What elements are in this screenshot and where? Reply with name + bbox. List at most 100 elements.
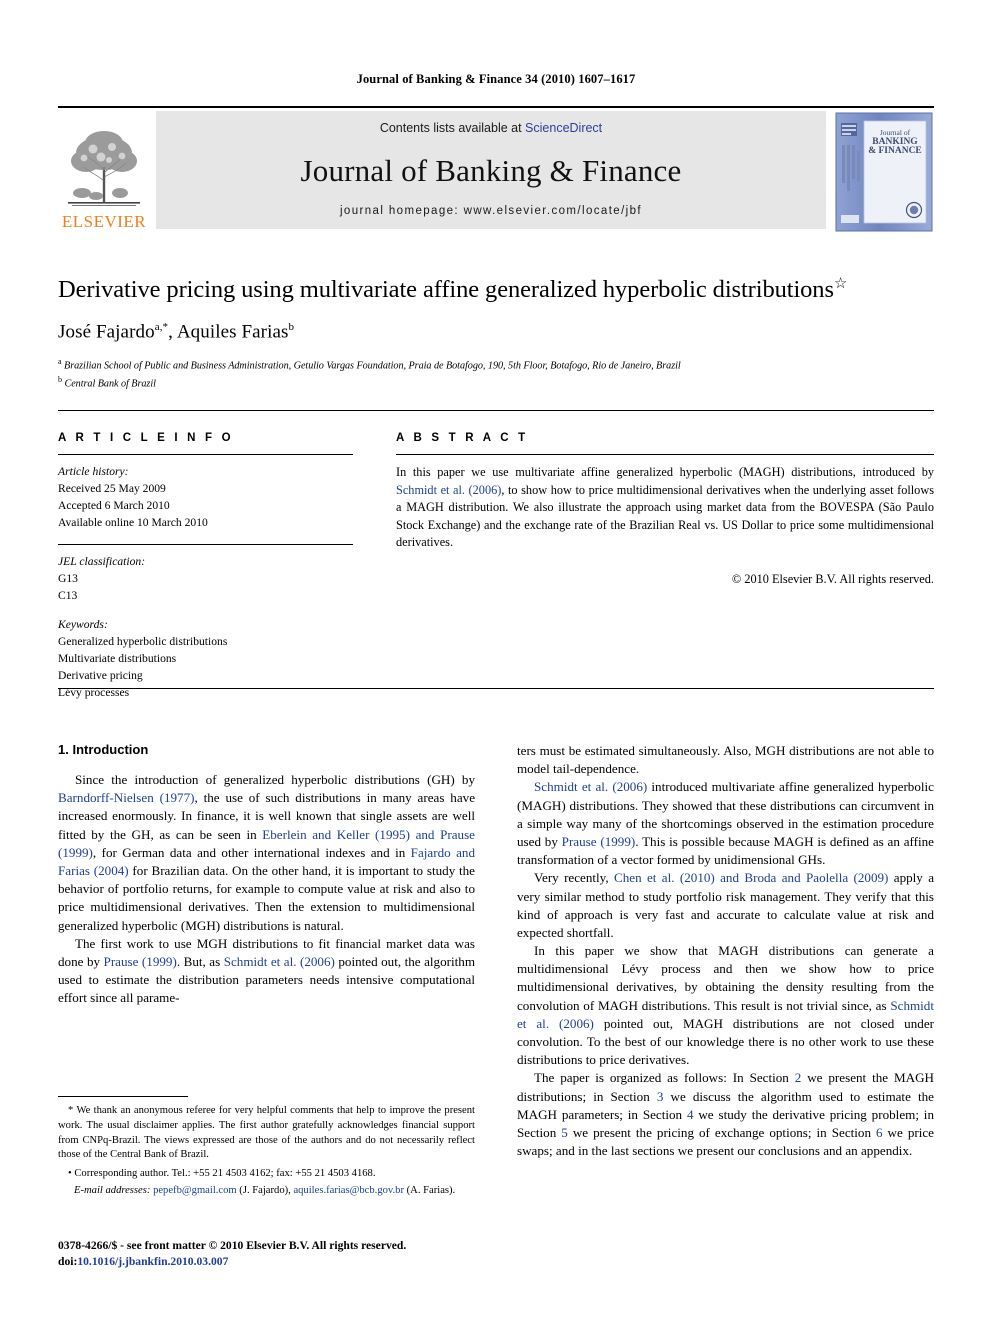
footnote-emails: E-mail addresses: pepefb@gmail.com (J. F… <box>58 1184 475 1199</box>
text-run: Since the introduction of generalized hy… <box>75 772 475 787</box>
abstract-column: A B S T R A C T In this paper we use mul… <box>396 432 934 702</box>
abstract-copyright: © 2010 Elsevier B.V. All rights reserved… <box>731 571 934 586</box>
paper-title-text: Derivative pricing using multivariate af… <box>58 276 834 304</box>
svg-text:& FINANCE: & FINANCE <box>868 146 922 156</box>
abstract-citation-link[interactable]: Schmidt et al. (2006) <box>396 483 501 497</box>
email-addresses-label: E-mail addresses: <box>74 1185 151 1197</box>
elsevier-logo: ELSEVIER <box>58 111 150 232</box>
email-owner-2: (A. Farias). <box>404 1185 456 1197</box>
article-info-heading: A R T I C L E I N F O <box>58 432 234 444</box>
keyword-item: Multivariate distributions <box>58 652 177 666</box>
divider-abstract <box>396 454 934 455</box>
citation-link[interactable]: Prause (1999) <box>562 834 636 849</box>
footnote-divider <box>58 1096 188 1097</box>
text-run: Very recently, <box>534 870 615 886</box>
running-head: Journal of Banking & Finance 34 (2010) 1… <box>356 72 636 86</box>
elsevier-wordmark: ELSEVIER <box>61 212 147 231</box>
article-history-group: Article history: Received 25 May 2009 Ac… <box>58 464 353 532</box>
column-gap <box>353 432 396 702</box>
journal-masthead: ELSEVIER Contents lists available at Sci… <box>58 106 934 232</box>
citation-link[interactable]: Schmidt et al. (2006) <box>534 779 647 794</box>
author-name-2: Aquiles Farias <box>176 320 289 342</box>
divider-jel <box>58 543 353 545</box>
abstract-text: In this paper we use multivariate affine… <box>396 464 934 552</box>
text-run: we present the pricing of exchange optio… <box>567 1124 876 1140</box>
title-block: Derivative pricing using multivariate af… <box>58 276 934 392</box>
abstract-heading: A B S T R A C T <box>396 432 529 444</box>
text-run: . But, as <box>176 953 224 969</box>
divider-article-info <box>58 454 353 455</box>
info-abstract-section: A R T I C L E I N F O Article history: R… <box>58 432 934 702</box>
paragraph: In this paper we show that MAGH distribu… <box>517 942 934 1069</box>
affiliation-b: b Central Bank of Brazil <box>58 374 934 392</box>
paragraph: Schmidt et al. (2006) introduced multiva… <box>517 778 934 869</box>
affiliation-b-marker: b <box>58 374 62 384</box>
sciencedirect-link[interactable]: ScienceDirect <box>525 121 602 135</box>
jel-classification-group: JEL classification: G13 C13 <box>58 554 353 605</box>
page-title: Derivative pricing using multivariate af… <box>58 276 934 305</box>
doi-link[interactable]: 10.1016/j.jbankfin.2010.03.007 <box>77 1255 228 1268</box>
footnote-corresponding-text: Corresponding author. Tel.: +55 21 4503 … <box>71 1168 376 1180</box>
paper-page: Journal of Banking & Finance 34 (2010) 1… <box>0 0 992 1323</box>
masthead-banner: Contents lists available at ScienceDirec… <box>156 111 826 229</box>
article-received-date: Received 25 May 2009 <box>58 481 166 495</box>
affiliation-a-text: Brazilian School of Public and Business … <box>64 360 681 372</box>
paragraph: Since the introduction of generalized hy… <box>58 771 475 935</box>
email-link-1[interactable]: pepefb@gmail.com <box>153 1185 237 1196</box>
journal-cover-thumbnail: Journal of BANKING & FINANCE <box>834 111 934 233</box>
article-info-column: A R T I C L E I N F O Article history: R… <box>58 432 353 702</box>
email-link-2[interactable]: aquiles.farias@bcb.gov.br <box>293 1185 404 1196</box>
affiliation-b-text: Central Bank of Brazil <box>64 378 156 390</box>
doi-line: doi:10.1016/j.jbankfin.2010.03.007 <box>58 1254 618 1270</box>
affiliation-list: a Brazilian School of Public and Busines… <box>58 356 934 392</box>
keyword-item: Generalized hyperbolic distributions <box>58 635 228 649</box>
footnote-acknowledgement: * We thank an anonymous referee for very… <box>58 1104 475 1163</box>
author-1-affiliation-marker: a,* <box>154 320 169 333</box>
keywords-label: Keywords: <box>58 618 108 632</box>
issn-copyright-line: 0378-4266/$ - see front matter © 2010 El… <box>58 1239 407 1252</box>
doi-label: doi: <box>58 1255 78 1269</box>
divider-under-abstract <box>58 688 934 689</box>
text-run: The paper is organized as follows: In Se… <box>534 1070 795 1086</box>
article-accepted-date: Accepted 6 March 2010 <box>58 498 170 512</box>
jel-code: C13 <box>58 588 78 602</box>
author-name-1: José Fajardo <box>58 320 155 342</box>
article-history-label: Article history: <box>58 465 129 478</box>
journal-homepage-link[interactable]: journal homepage: www.elsevier.com/locat… <box>340 205 642 217</box>
keywords-group: Keywords: Generalized hyperbolic distrib… <box>58 617 353 702</box>
paragraph: The paper is organized as follows: In Se… <box>517 1069 934 1160</box>
divider-under-title <box>58 410 934 411</box>
contents-line: Contents lists available at ScienceDirec… <box>380 121 602 135</box>
contents-prefix: Contents lists available at <box>379 121 526 135</box>
jel-code: G13 <box>58 571 78 585</box>
paragraph: Very recently, Chen et al. (2010) and Br… <box>517 869 934 942</box>
citation-link[interactable]: Prause (1999) <box>104 954 177 969</box>
affiliation-a: a Brazilian School of Public and Busines… <box>58 356 934 374</box>
page-footer: 0378-4266/$ - see front matter © 2010 El… <box>58 1238 618 1271</box>
journal-title: Journal of Banking & Finance <box>300 152 682 188</box>
keyword-item: Derivative pricing <box>58 669 143 683</box>
email-owner-1: (J. Fajardo), <box>236 1185 294 1197</box>
citation-link[interactable]: Chen et al. (2010) and Broda and Paolell… <box>614 870 888 885</box>
paragraph: The first work to use MGH distributions … <box>58 935 475 1008</box>
body-right-column: ters must be estimated simultaneously. A… <box>517 742 934 1160</box>
text-run: , for German data and other internationa… <box>92 844 411 860</box>
paragraph: ters must be estimated simultaneously. A… <box>517 743 934 777</box>
elsevier-tree-icon <box>62 123 146 211</box>
footnote-star-text: We thank an anonymous referee for very h… <box>58 1105 475 1161</box>
abstract-part-1: In this paper we use multivariate affine… <box>396 465 934 479</box>
citation-link[interactable]: Barndorff-Nielsen (1977) <box>58 790 195 805</box>
affiliation-a-marker: a <box>58 356 62 366</box>
article-available-date: Available online 10 March 2010 <box>58 515 208 529</box>
author-list: José Fajardoa,*, Aquiles Fariasb <box>58 320 295 342</box>
text-run: In this paper we show that MAGH distribu… <box>517 943 934 1013</box>
footnote-corresponding-author: • Corresponding author. Tel.: +55 21 450… <box>58 1167 475 1182</box>
footnotes-block: * We thank an anonymous referee for very… <box>58 1096 475 1199</box>
section-heading-introduction: 1. Introduction <box>58 742 149 757</box>
svg-text:Journal of: Journal of <box>880 128 911 137</box>
author-2-affiliation-marker: b <box>288 320 295 333</box>
jel-label: JEL classification: <box>58 554 146 568</box>
title-footnote-marker[interactable]: ☆ <box>834 276 847 292</box>
citation-link[interactable]: Schmidt et al. (2006) <box>224 954 335 969</box>
